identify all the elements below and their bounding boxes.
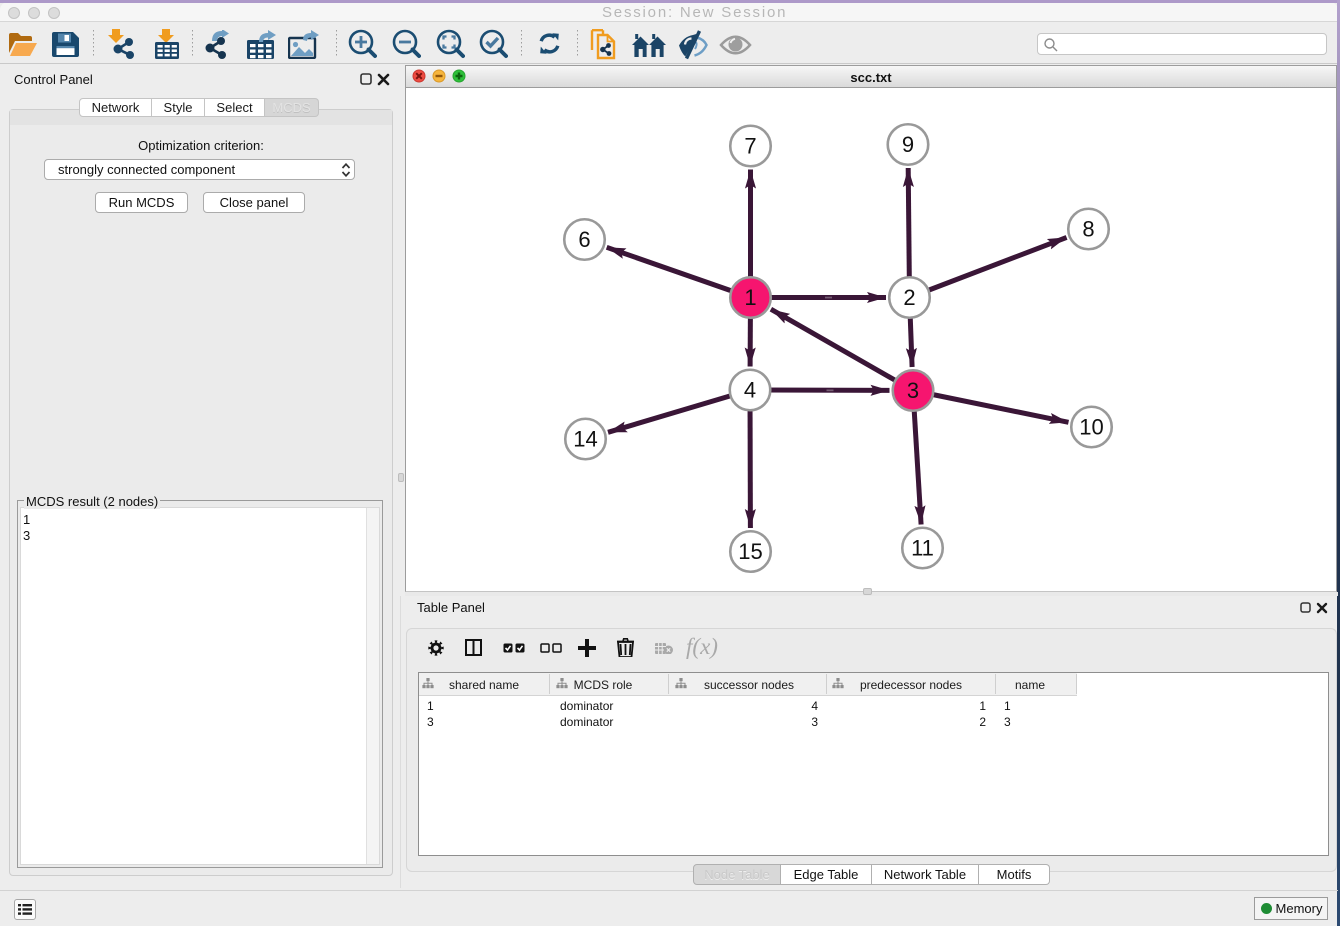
svg-text:3: 3 [907, 378, 919, 403]
svg-text:4: 4 [744, 378, 756, 403]
svg-text:2: 2 [903, 285, 915, 310]
svg-text:1: 1 [744, 285, 756, 310]
svg-text:14: 14 [573, 427, 597, 452]
svg-text:7: 7 [744, 134, 756, 159]
svg-text:8: 8 [1082, 217, 1094, 242]
svg-text:6: 6 [578, 227, 590, 252]
svg-text:15: 15 [738, 539, 762, 564]
svg-text:11: 11 [911, 536, 934, 561]
svg-text:9: 9 [902, 132, 914, 157]
svg-text:10: 10 [1079, 415, 1103, 440]
